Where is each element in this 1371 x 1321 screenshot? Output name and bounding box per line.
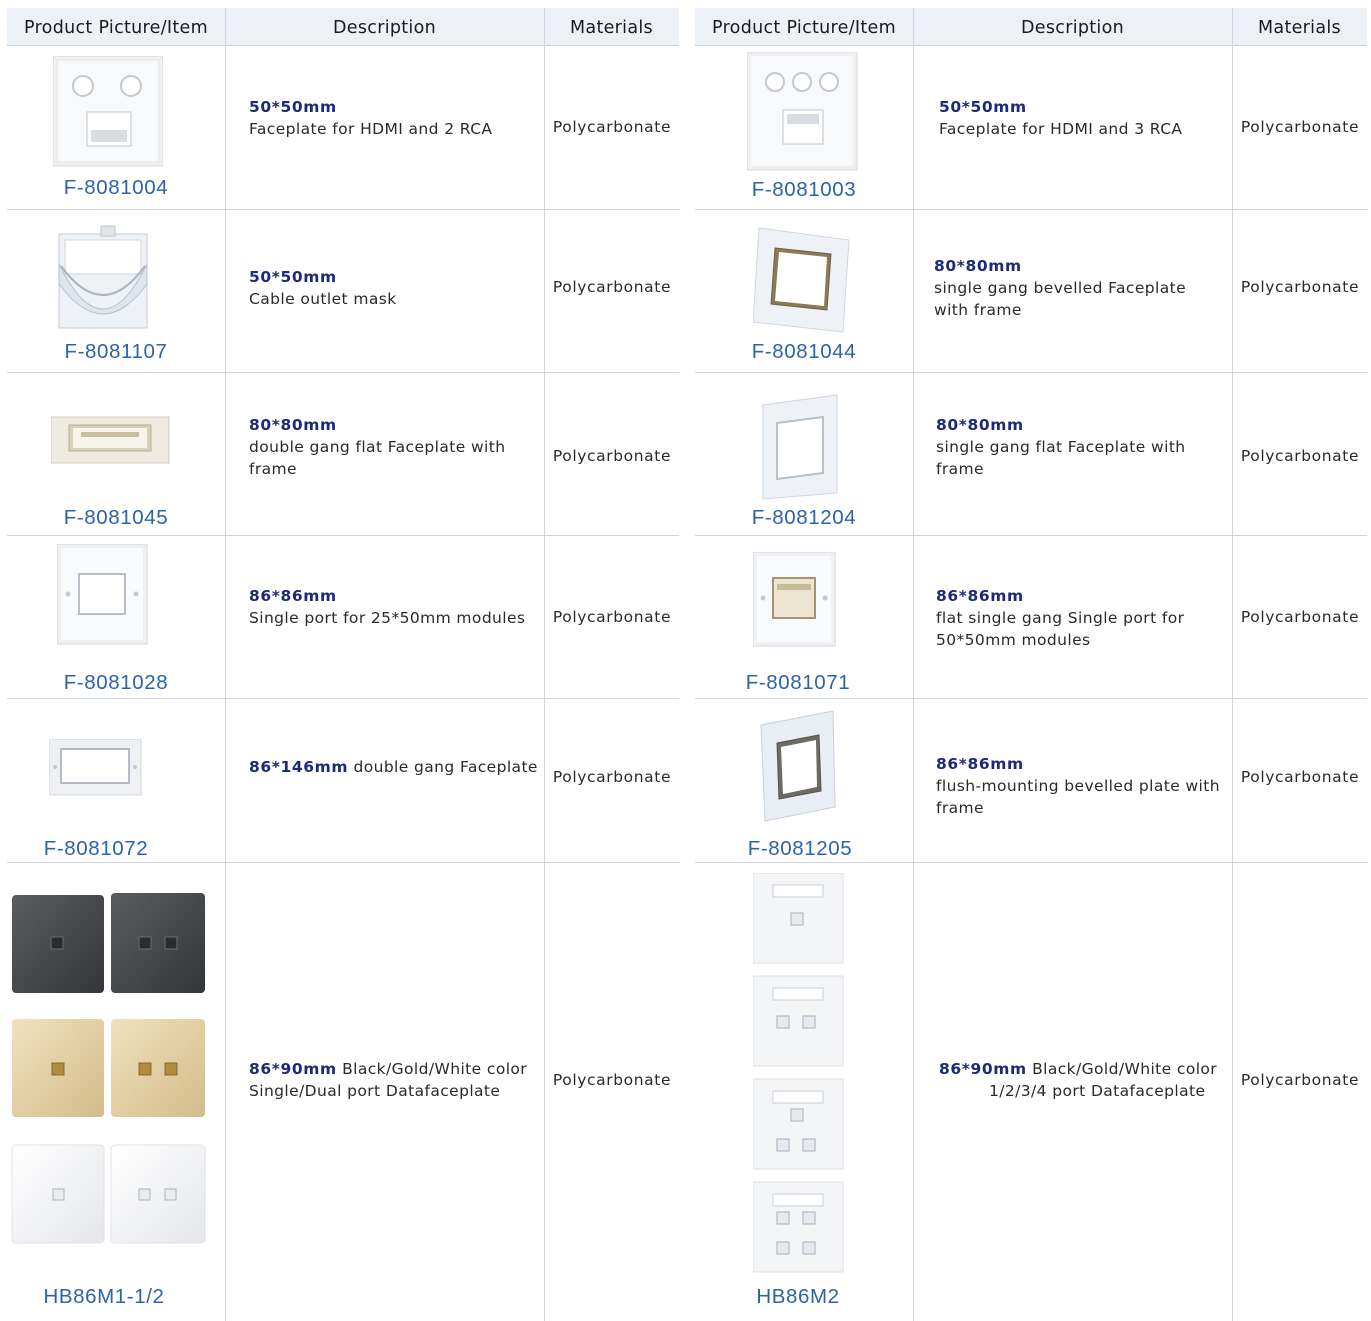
item-code: F-8081003 (751, 178, 857, 201)
item-desc-text: 1/2/3/4 port Datafaceplate (989, 1082, 1206, 1100)
item-material: Polycarbonate (1240, 768, 1360, 786)
item-material: Polycarbonate (552, 118, 672, 136)
item-code: F-8081204 (751, 506, 857, 529)
table-row: F-8081004 50*50mm Faceplate for HDMI and… (7, 46, 679, 210)
item-code: F-8081028 (63, 671, 169, 694)
table-row: F-8081045 80*80mm double gang flat Facep… (7, 373, 679, 536)
cable-outlet-mask-icon (51, 224, 155, 336)
item-code: F-8081205 (747, 837, 853, 860)
product-table-right: Product Picture/Item Description Materia… (695, 8, 1367, 1321)
table-header: Product Picture/Item Description Materia… (7, 8, 679, 46)
item-size: 50*50mm (249, 98, 337, 116)
item-material: Polycarbonate (1240, 1071, 1360, 1089)
item-code: F-8081045 (63, 506, 169, 529)
item-material: Polycarbonate (552, 768, 672, 786)
faceplate-hdmi-2rca-icon (53, 56, 163, 168)
item-description: 80*80mm single gang bevelled Faceplate w… (934, 255, 1224, 321)
faceplate-hdmi-3rca-icon (747, 52, 859, 174)
item-material: Polycarbonate (1240, 608, 1360, 626)
item-description: 86*86mm flush-mounting bevelled plate wi… (936, 753, 1226, 819)
table-row: F-8081044 80*80mm single gang bevelled F… (695, 210, 1367, 373)
double-gang-flat-faceplate-icon (51, 415, 171, 465)
table-row: F-8081107 50*50mm Cable outlet mask Poly… (7, 210, 679, 373)
item-desc-text: double gang Faceplate (353, 758, 538, 776)
item-desc-text: Single/Dual port Datafaceplate (249, 1082, 501, 1100)
item-description: 86*86mm flat single gang Single port for… (936, 585, 1226, 651)
item-code: F-8081004 (63, 176, 169, 199)
product-table-left: Product Picture/Item Description Materia… (7, 8, 679, 1321)
item-material: Polycarbonate (552, 278, 672, 296)
item-description: 80*80mm single gang flat Faceplate with … (936, 414, 1226, 480)
item-desc-text: Cable outlet mask (249, 290, 397, 308)
item-code: HB86M1-1/2 (43, 1285, 165, 1308)
header-materials: Materials (570, 18, 653, 38)
header-item: Product Picture/Item (24, 18, 208, 38)
item-code: F-8081072 (43, 837, 149, 860)
item-desc-text: single gang flat Faceplate with frame (936, 438, 1186, 478)
item-material: Polycarbonate (552, 1071, 672, 1089)
item-desc-text: Black/Gold/White color (1032, 1060, 1218, 1078)
item-description: 80*80mm double gang flat Faceplate with … (249, 414, 539, 480)
item-desc-text: flat single gang Single port for 50*50mm… (936, 609, 1185, 649)
item-material: Polycarbonate (552, 447, 672, 465)
item-description: 50*50mm Faceplate for HDMI and 3 RCA (939, 96, 1229, 140)
item-desc-text: Faceplate for HDMI and 2 RCA (249, 120, 493, 138)
table-row: F-8081072 86*146mm double gang Faceplate… (7, 699, 679, 863)
double-gang-faceplate-icon (49, 739, 143, 797)
item-material: Polycarbonate (1240, 118, 1360, 136)
item-desc-text: flush-mounting bevelled plate with frame (936, 777, 1220, 817)
item-size: 80*80mm (249, 416, 337, 434)
item-description: 50*50mm Faceplate for HDMI and 2 RCA (249, 96, 539, 140)
item-description: 86*86mm Single port for 25*50mm modules (249, 585, 539, 629)
item-size: 50*50mm (249, 268, 337, 286)
single-port-faceplate-icon (57, 544, 149, 646)
table-row: F-8081205 86*86mm flush-mounting bevelle… (695, 699, 1367, 863)
table-row: F-8081003 50*50mm Faceplate for HDMI and… (695, 46, 1367, 210)
header-item: Product Picture/Item (712, 18, 896, 38)
table-row: F-8081028 86*86mm Single port for 25*50m… (7, 536, 679, 699)
item-size: 50*50mm (939, 98, 1027, 116)
item-description: 86*90mm Black/Gold/White color 1/2/3/4 p… (939, 1058, 1239, 1102)
header-description: Description (1021, 18, 1124, 38)
item-code: F-8081107 (64, 340, 168, 363)
table-row: F-8081204 80*80mm single gang flat Facep… (695, 373, 1367, 536)
header-materials: Materials (1258, 18, 1341, 38)
item-size: 86*86mm (936, 755, 1024, 773)
item-desc-text: single gang bevelled Faceplate with fram… (934, 279, 1187, 319)
table-row: HB86M2 86*90mm Black/Gold/White color 1/… (695, 863, 1367, 1321)
item-size: 86*90mm (939, 1060, 1027, 1078)
item-code: HB86M2 (756, 1285, 840, 1308)
item-code: F-8081071 (745, 671, 851, 694)
item-desc-text: Faceplate for HDMI and 3 RCA (939, 120, 1183, 138)
item-desc-text: Single port for 25*50mm modules (249, 609, 526, 627)
table-row: F-8081071 86*86mm flat single gang Singl… (695, 536, 1367, 699)
item-size: 80*80mm (936, 416, 1024, 434)
flat-single-gang-faceplate-icon (753, 552, 837, 648)
header-description: Description (333, 18, 436, 38)
item-material: Polycarbonate (1240, 278, 1360, 296)
item-size: 86*86mm (249, 587, 337, 605)
single-gang-flat-faceplate-icon (759, 393, 841, 501)
flush-mounting-bevelled-plate-icon (759, 711, 837, 823)
item-description: 50*50mm Cable outlet mask (249, 266, 539, 310)
item-description: 86*146mm double gang Faceplate (249, 756, 539, 778)
1-2-3-4-port-datafaceplates-icon (753, 873, 845, 1273)
item-size: 86*86mm (936, 587, 1024, 605)
item-material: Polycarbonate (1240, 447, 1360, 465)
table-header: Product Picture/Item Description Materia… (695, 8, 1367, 46)
single-gang-bevelled-faceplate-icon (753, 226, 851, 334)
item-size: 86*90mm (249, 1060, 337, 1078)
item-size: 80*80mm (934, 257, 1022, 275)
item-desc-text: Black/Gold/White color (342, 1060, 528, 1078)
black-gold-white-datafaceplates-icon (11, 893, 207, 1249)
item-desc-text: double gang flat Faceplate with frame (249, 438, 506, 478)
item-description: 86*90mm Black/Gold/White color Single/Du… (249, 1058, 539, 1102)
item-material: Polycarbonate (552, 608, 672, 626)
table-row: HB86M1-1/2 86*90mm Black/Gold/White colo… (7, 863, 679, 1321)
item-size: 86*146mm (249, 758, 349, 776)
item-code: F-8081044 (751, 340, 857, 363)
